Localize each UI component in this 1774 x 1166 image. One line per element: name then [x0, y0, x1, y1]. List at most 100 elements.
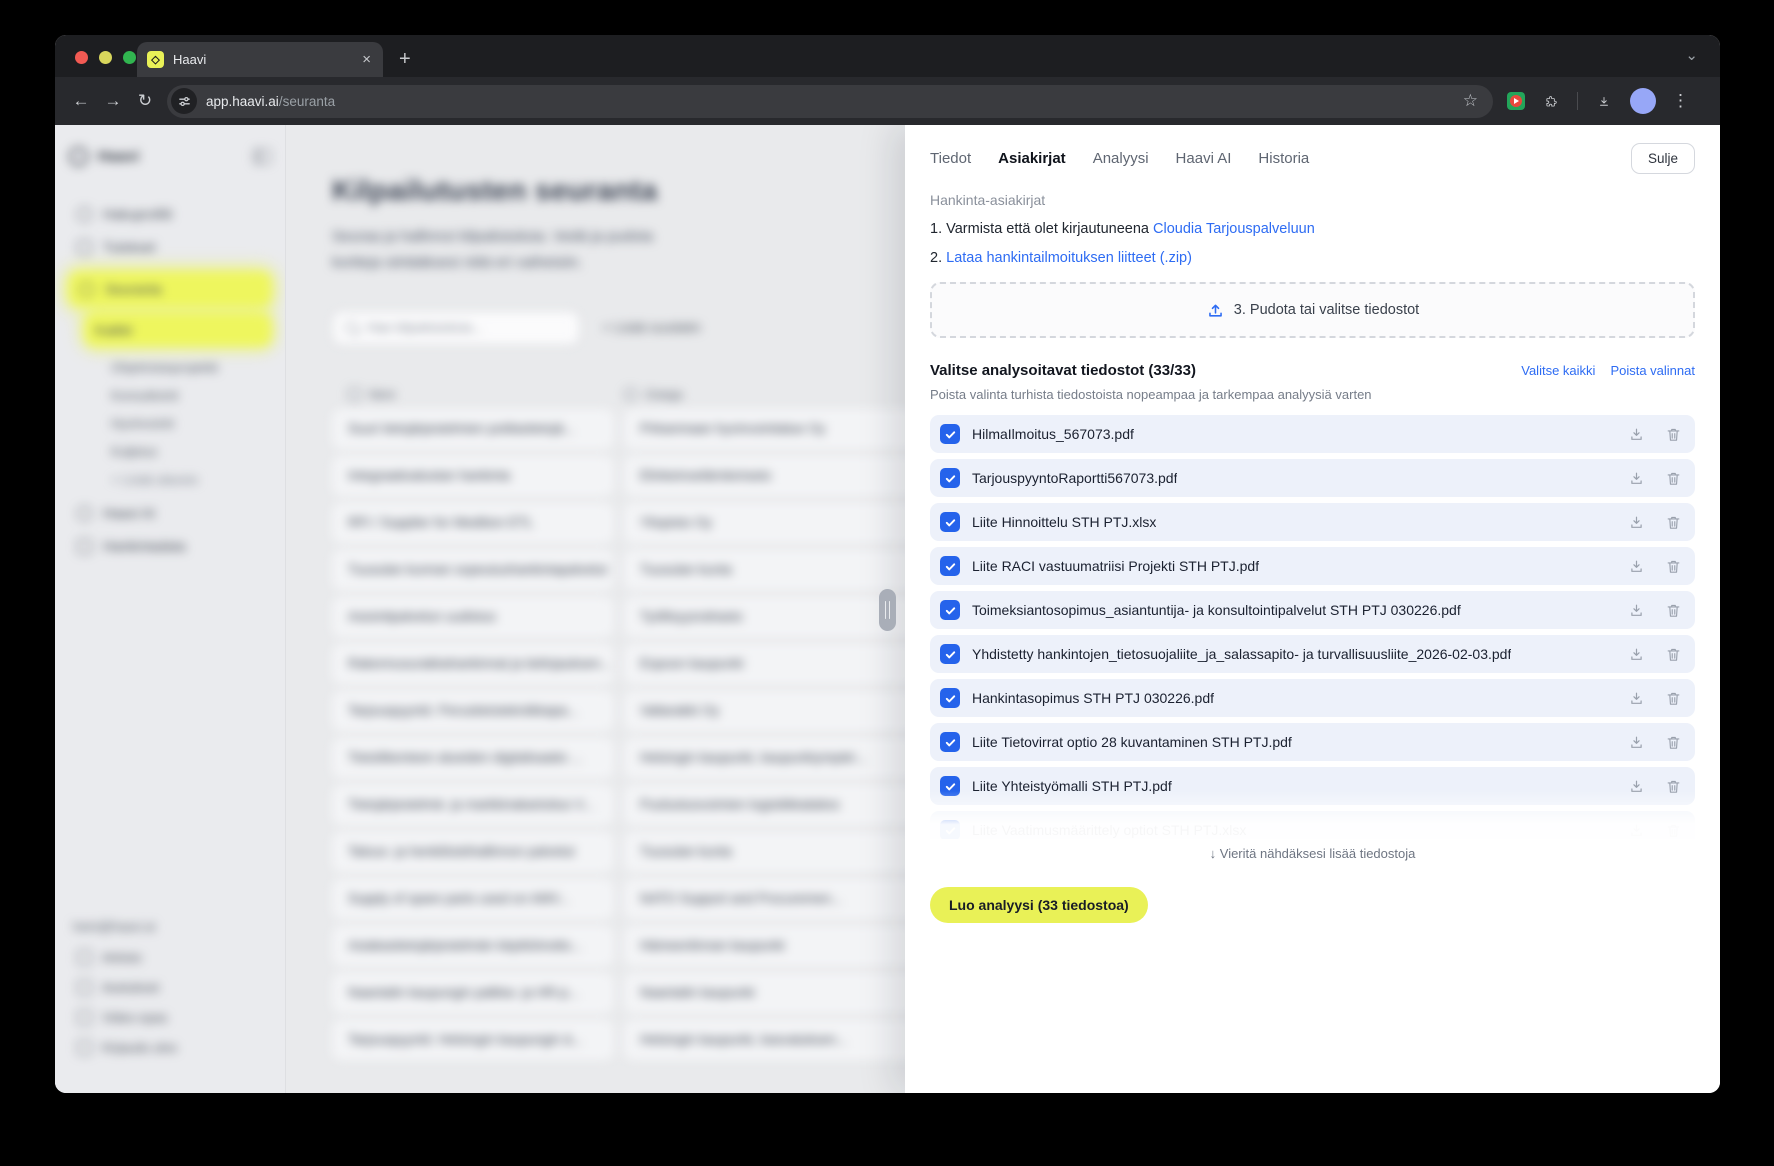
- download-file-icon[interactable]: [1627, 645, 1645, 663]
- add-filter-button[interactable]: + Lisää suodatin: [602, 320, 701, 335]
- file-actions: [1627, 601, 1682, 619]
- sidebar-item-hankintadata[interactable]: Hankintadata: [69, 538, 271, 554]
- sidebar-bottom-item[interactable]: Kirjaudu ulos: [69, 1040, 275, 1055]
- checkbox-checked-icon[interactable]: [940, 424, 960, 444]
- sidebar-item-tulokset[interactable]: Tulokset: [69, 239, 271, 255]
- downloads-icon[interactable]: [1592, 85, 1616, 117]
- tab-haavi-ai[interactable]: Haavi AI: [1176, 150, 1232, 167]
- delete-file-icon[interactable]: [1664, 425, 1682, 443]
- site-settings-icon[interactable]: [171, 88, 197, 114]
- tab-historia[interactable]: Historia: [1258, 150, 1309, 167]
- delete-file-icon[interactable]: [1664, 469, 1682, 487]
- sidebar-item-seuranta[interactable]: Seuranta: [69, 272, 271, 306]
- user-email: heini@haavi.ai: [69, 920, 275, 934]
- checkbox-checked-icon[interactable]: [940, 512, 960, 532]
- bookmark-star-icon[interactable]: ☆: [1454, 91, 1487, 111]
- file-actions: [1627, 645, 1682, 663]
- profile-avatar[interactable]: [1630, 88, 1656, 114]
- delete-file-icon[interactable]: [1664, 777, 1682, 795]
- tab-close-icon[interactable]: ×: [360, 52, 373, 67]
- file-name: Toimeksiantosopimus_asiantuntija- ja kon…: [972, 602, 1461, 618]
- column-ostaja[interactable]: Ostaja: [645, 387, 683, 402]
- sidebar-bottom-item[interactable]: Video-opas: [69, 1010, 275, 1025]
- file-row: TarjouspyyntoRaportti567073.pdf: [930, 459, 1695, 497]
- checkbox-checked-icon[interactable]: [940, 776, 960, 796]
- delete-file-icon[interactable]: [1664, 689, 1682, 707]
- tab-search-chevron-icon[interactable]: ⌄: [1679, 45, 1704, 65]
- checkbox-checked-icon[interactable]: [940, 600, 960, 620]
- checkbox-checked-icon[interactable]: [940, 732, 960, 752]
- tab-analyysi[interactable]: Analyysi: [1093, 150, 1149, 167]
- sidebar-bottom-item[interactable]: Arkisto: [69, 950, 275, 965]
- sidebar-item-hyvinvointi[interactable]: Hyvinvointi: [103, 416, 271, 431]
- extension-icon[interactable]: [1507, 92, 1525, 110]
- section-label: Hankinta-asiakirjat: [930, 192, 1695, 208]
- app-logo: Haavi: [69, 147, 271, 166]
- file-name: Hankintasopimus STH PTJ 030226.pdf: [972, 690, 1214, 706]
- search-input[interactable]: Hae kilpailutuksia...: [332, 311, 580, 345]
- file-dropzone[interactable]: 3. Pudota tai valitse tiedostot: [930, 282, 1695, 338]
- clear-selection-link[interactable]: Poista valinnat: [1610, 363, 1695, 378]
- forward-icon[interactable]: →: [97, 85, 129, 117]
- download-file-icon[interactable]: [1627, 777, 1645, 795]
- file-actions: [1627, 469, 1682, 487]
- cell-nimi: Talous- ja henkilöstöhallinnon palvelut: [332, 832, 614, 872]
- checkbox-checked-icon[interactable]: [940, 468, 960, 488]
- sidebar-bottom-item[interactable]: Asetukset: [69, 980, 275, 995]
- download-file-icon[interactable]: [1627, 733, 1645, 751]
- tab-asiakirjat[interactable]: Asiakirjat: [998, 150, 1066, 167]
- close-panel-button[interactable]: Sulje: [1631, 143, 1695, 174]
- sidebar-item-kuljetus[interactable]: Kuljetus: [103, 444, 271, 459]
- panel-resize-handle[interactable]: [879, 589, 896, 631]
- back-icon[interactable]: ←: [65, 85, 97, 117]
- download-file-icon[interactable]: [1627, 557, 1645, 575]
- download-attachments-link[interactable]: Lataa hankintailmoituksen liitteet (.zip…: [946, 250, 1192, 266]
- delete-file-icon[interactable]: [1664, 645, 1682, 663]
- select-all-link[interactable]: Valitse kaikki: [1521, 363, 1595, 378]
- sidebar-item-haavi-ai[interactable]: Haavi AI: [69, 505, 271, 521]
- cell-nimi: Asiakastietojärjestelmän käyttöönotto...: [332, 926, 614, 966]
- cell-nimi: Tietoliikenteen alueiden digitalisaatio …: [332, 738, 614, 778]
- close-window-button[interactable]: [75, 51, 88, 64]
- file-name: Liite Vaatimusmäärittely optiot STH PTJ.…: [972, 822, 1246, 838]
- delete-file-icon[interactable]: [1664, 601, 1682, 619]
- column-nimi[interactable]: Nimi: [369, 387, 395, 402]
- browser-tab[interactable]: ◇ Haavi ×: [137, 42, 383, 77]
- file-actions: [1627, 821, 1682, 839]
- filter-icon: [348, 388, 361, 401]
- download-file-icon[interactable]: [1627, 469, 1645, 487]
- checkbox-checked-icon[interactable]: [940, 644, 960, 664]
- puzzle-extensions-icon[interactable]: [1539, 85, 1563, 117]
- upload-icon: [1206, 301, 1225, 320]
- url-bar[interactable]: app.haavi.ai/seuranta ☆: [167, 85, 1493, 118]
- cell-nimi: RFI / Supplier for Medition ETL: [332, 503, 614, 543]
- delete-file-icon[interactable]: [1664, 557, 1682, 575]
- sidebar-collapse-icon[interactable]: [253, 149, 271, 164]
- file-actions: [1627, 689, 1682, 707]
- monitor-icon: [79, 282, 94, 297]
- sidebar-item-ohjelmistoprojektit[interactable]: Ohjelmistoprojektit: [103, 360, 271, 375]
- create-analysis-button[interactable]: Luo analyysi (33 tiedostoa): [930, 887, 1148, 923]
- maximize-window-button[interactable]: [123, 51, 136, 64]
- delete-file-icon[interactable]: [1664, 513, 1682, 531]
- sidebar-item-hakuprofiili[interactable]: Hakuprofiili: [69, 206, 271, 222]
- sidebar-item-konsultointi[interactable]: Konsultointi: [103, 388, 271, 403]
- tab-tiedot[interactable]: Tiedot: [930, 150, 971, 167]
- new-tab-button[interactable]: +: [399, 49, 411, 69]
- checkbox-checked-icon[interactable]: [940, 688, 960, 708]
- browser-menu-kebab-icon[interactable]: ⋮: [1670, 91, 1691, 111]
- delete-file-icon[interactable]: [1664, 821, 1682, 839]
- download-file-icon[interactable]: [1627, 689, 1645, 707]
- download-file-icon[interactable]: [1627, 821, 1645, 839]
- sidebar-item-kaikki[interactable]: Kaikki: [85, 314, 271, 346]
- reload-icon[interactable]: ↻: [129, 85, 161, 117]
- download-file-icon[interactable]: [1627, 601, 1645, 619]
- cloudia-link[interactable]: Cloudia Tarjouspalveluun: [1153, 221, 1315, 237]
- download-file-icon[interactable]: [1627, 425, 1645, 443]
- download-file-icon[interactable]: [1627, 513, 1645, 531]
- minimize-window-button[interactable]: [99, 51, 112, 64]
- delete-file-icon[interactable]: [1664, 733, 1682, 751]
- checkbox-checked-icon[interactable]: [940, 820, 960, 839]
- sidebar-item--lisää-alaosio[interactable]: + Lisää alaosio: [103, 472, 271, 487]
- checkbox-checked-icon[interactable]: [940, 556, 960, 576]
